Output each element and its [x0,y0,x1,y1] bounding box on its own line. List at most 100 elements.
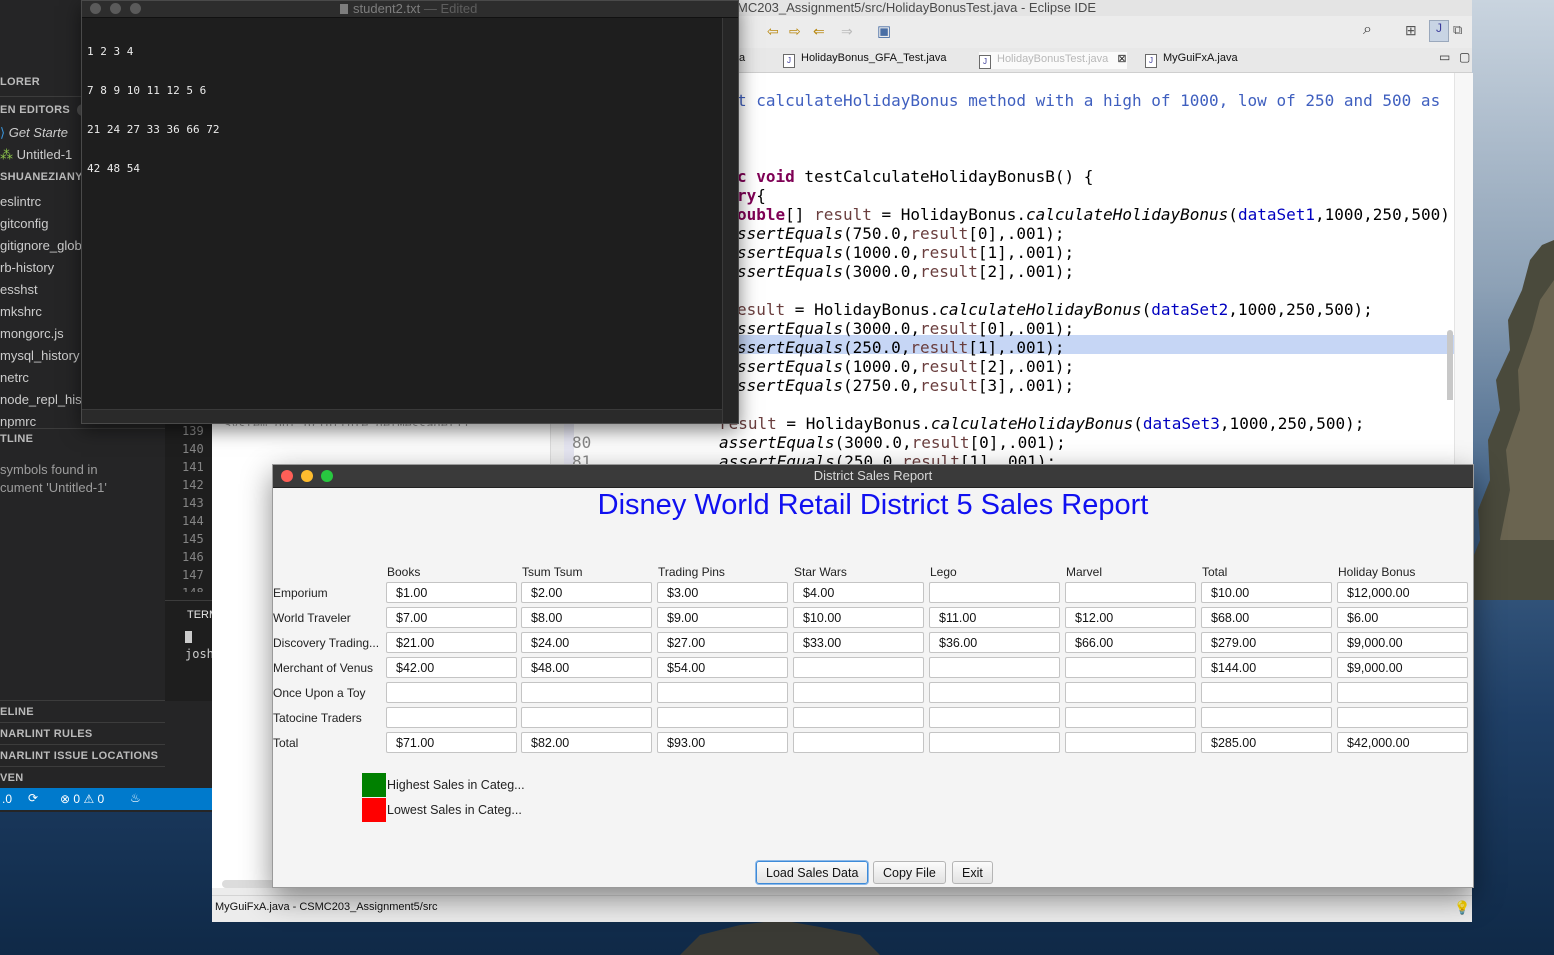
sales-cell[interactable] [1065,582,1196,603]
sales-cell[interactable]: $68.00 [1201,607,1332,628]
forward-annotation-icon[interactable]: ⇨ [789,23,801,40]
tab-holidaybonus-test[interactable]: J HolidayBonusTest.java ⊠ [979,52,1127,69]
sales-cell[interactable] [929,707,1060,728]
sales-cell[interactable] [1065,657,1196,678]
sales-cell[interactable] [657,707,788,728]
copy-file-button[interactable]: Copy File [873,861,946,884]
sales-cell[interactable] [929,732,1060,753]
sales-cell[interactable]: $7.00 [386,607,517,628]
open-file-untitled[interactable]: ⁂ Untitled-1 [0,147,72,163]
sales-cell[interactable]: $42.00 [386,657,517,678]
sales-cell[interactable]: $285.00 [1201,732,1332,753]
file-item[interactable]: mysql_history [0,348,79,363]
textedit-content[interactable]: 1 2 3 4 7 8 9 10 11 12 5 6 21 24 27 33 3… [87,19,219,201]
file-item[interactable]: gitconfig [0,216,48,231]
sales-cell[interactable]: $10.00 [793,607,924,628]
back-icon[interactable]: ⇐ [813,23,825,40]
sales-cell[interactable]: $9,000.00 [1337,657,1468,678]
open-file-get-started[interactable]: ⟩ Get Starte [0,125,68,141]
textedit-horizontal-scrollbar[interactable] [82,409,722,423]
sales-cell[interactable] [929,582,1060,603]
sales-cell[interactable] [793,682,924,703]
exit-button[interactable]: Exit [952,861,993,884]
sales-cell[interactable]: $3.00 [657,582,788,603]
file-item[interactable]: rb-history [0,260,54,275]
minimize-editor-icon[interactable]: ▭ [1439,50,1450,64]
maven-header[interactable]: VEN [0,772,24,784]
file-item[interactable]: mkshrc [0,304,42,319]
maximize-editor-icon[interactable]: ▢ [1459,50,1470,64]
tab-myguifxa[interactable]: J MyGuiFxA.java [1145,52,1238,68]
sales-cell[interactable]: $54.00 [657,657,788,678]
sales-cell[interactable]: $11.00 [929,607,1060,628]
sales-cell[interactable] [521,682,652,703]
java-perspective-icon[interactable]: J [1429,20,1449,42]
sales-cell[interactable]: $1.00 [386,582,517,603]
textedit-vertical-scrollbar[interactable] [722,18,738,423]
sync-icon[interactable]: ⟳ [28,791,38,805]
sales-cell[interactable]: $33.00 [793,632,924,653]
open-editors-header[interactable]: EN EDITORS 1 [0,104,92,116]
open-task-icon[interactable]: ▣ [877,22,891,40]
sales-cell[interactable] [1065,682,1196,703]
sales-cell[interactable] [1337,707,1468,728]
close-tab-icon[interactable]: ⊠ [1117,53,1126,65]
sales-cell[interactable] [657,682,788,703]
tab-hidden[interactable]: a [739,52,745,64]
outline-header[interactable]: TLINE [0,433,33,445]
sales-cell[interactable]: $144.00 [1201,657,1332,678]
file-item[interactable]: gitignore_glob [0,238,82,253]
sales-cell[interactable]: $27.00 [657,632,788,653]
zoom-window-button[interactable] [130,3,141,14]
sales-cell[interactable] [1065,732,1196,753]
sales-cell[interactable] [929,682,1060,703]
file-item[interactable]: npmrc [0,414,36,429]
sales-cell[interactable]: $48.00 [521,657,652,678]
sales-cell[interactable]: $10.00 [1201,582,1332,603]
sales-cell[interactable]: $4.00 [793,582,924,603]
search-icon[interactable]: ⌕ [1363,21,1372,39]
lightbulb-icon[interactable]: 💡 [1454,900,1470,916]
minimize-window-button[interactable] [110,3,121,14]
sales-cell[interactable]: $36.00 [929,632,1060,653]
timeline-header[interactable]: ELINE [0,706,34,718]
sales-cell[interactable] [793,732,924,753]
file-item[interactable]: netrc [0,370,29,385]
sales-cell[interactable] [793,657,924,678]
tab-holidaybonus-gfa-test[interactable]: J HolidayBonus_GFA_Test.java [783,52,947,68]
sales-cell[interactable]: $12.00 [1065,607,1196,628]
sales-cell[interactable]: $71.00 [386,732,517,753]
sales-cell[interactable] [521,707,652,728]
sales-cell[interactable]: $66.00 [1065,632,1196,653]
sales-cell[interactable]: $6.00 [1337,607,1468,628]
status-branch[interactable]: .0 [2,792,12,806]
sales-cell[interactable] [793,707,924,728]
sales-cell[interactable] [929,657,1060,678]
problems-indicator[interactable]: ⊗ 0 ⚠ 0 [60,792,104,806]
sales-cell[interactable]: $8.00 [521,607,652,628]
forward-icon[interactable]: ⇒ [841,23,853,40]
sales-cell[interactable] [386,707,517,728]
sales-cell[interactable] [1337,682,1468,703]
sales-cell[interactable]: $9,000.00 [1337,632,1468,653]
sales-cell[interactable] [1201,682,1332,703]
sonarlint-issues-header[interactable]: NARLINT ISSUE LOCATIONS [0,750,158,762]
sonarlint-rules-header[interactable]: NARLINT RULES [0,728,93,740]
close-window-button[interactable] [90,3,101,14]
sales-cell[interactable]: $93.00 [657,732,788,753]
file-item[interactable]: node_repl_hist [0,392,85,407]
sales-cell[interactable]: $12,000.00 [1337,582,1468,603]
sales-cell[interactable]: $279.00 [1201,632,1332,653]
file-item[interactable]: eslintrc [0,194,41,209]
sales-cell[interactable]: $42,000.00 [1337,732,1468,753]
vscode-terminal[interactable]: TERM josh [165,600,218,701]
folder-header[interactable]: SHUANEZIANYA [0,171,90,183]
sales-cell[interactable] [1201,707,1332,728]
open-perspective-icon[interactable]: ⊞ [1405,22,1417,39]
sales-cell[interactable]: $82.00 [521,732,652,753]
editor-vertical-scrollbar[interactable] [1454,73,1473,473]
debug-perspective-icon[interactable]: ⧉ [1453,22,1462,38]
sales-cell[interactable] [1065,707,1196,728]
sales-cell[interactable]: $2.00 [521,582,652,603]
sales-cell[interactable]: $24.00 [521,632,652,653]
